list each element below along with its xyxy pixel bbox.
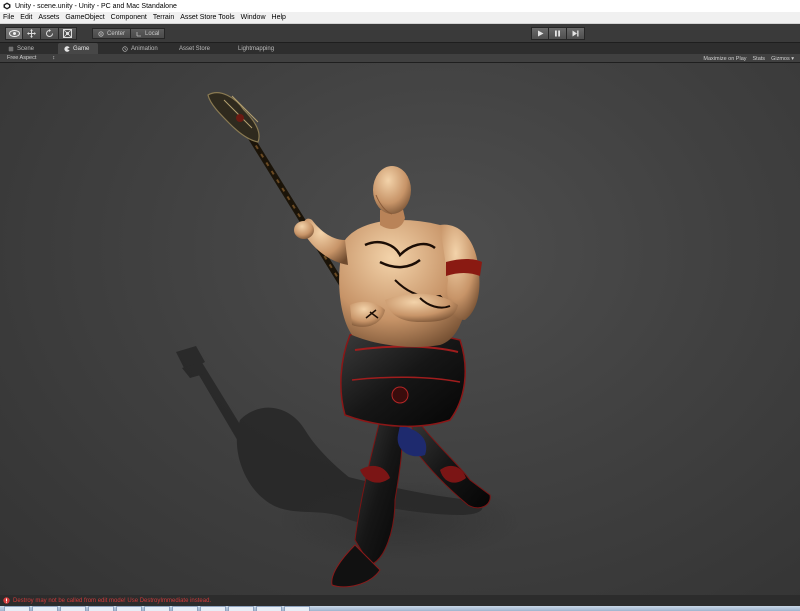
game-view-header: Free Aspect ↕ Maximize on Play Stats Giz… [0,54,800,63]
menu-assets[interactable]: Assets [38,14,59,21]
tab-game-label: Game [73,45,90,52]
step-icon [572,30,579,37]
menu-bar: File Edit Assets GameObject Component Te… [0,12,800,24]
maximize-on-play-toggle[interactable]: Maximize on Play [703,56,746,62]
rotate-tool-button[interactable] [41,27,59,40]
taskbar-item[interactable] [200,606,226,611]
menu-gameobject[interactable]: GameObject [65,14,104,21]
os-taskbar [0,606,800,611]
gizmos-dropdown[interactable]: Gizmos ▾ [771,56,794,62]
view-tab-bar: Scene Game Animation Asset Store Lightma… [0,43,800,54]
main-toolbar: Center Local [0,24,800,43]
pivot-controls: Center Local [92,28,166,39]
tab-animation[interactable]: Animation [116,43,164,54]
scale-icon [63,29,72,38]
menu-edit[interactable]: Edit [20,14,32,21]
scene-hash-icon [8,46,14,51]
taskbar-item[interactable] [116,606,142,611]
console-status-bar[interactable]: Destroy may not be called from edit mode… [0,595,800,606]
rendered-scene [176,92,520,588]
play-icon [537,30,543,37]
pause-icon [555,30,560,37]
tab-lightmapping-label: Lightmapping [238,45,275,52]
move-tool-button[interactable] [23,27,41,40]
aspect-dropdown[interactable]: Free Aspect ↕ [7,55,55,61]
tab-scene-label: Scene [17,45,35,52]
rotate-icon [46,29,53,37]
eye-icon [8,30,20,37]
tab-lightmapping[interactable]: Lightmapping [232,43,280,54]
tab-animation-label: Animation [131,45,158,52]
taskbar-item[interactable] [32,606,58,611]
step-button[interactable] [567,27,585,40]
taskbar-item[interactable] [172,606,198,611]
view-tool-button[interactable] [5,27,23,40]
window-titlebar: Unity - scene.unity - Unity - PC and Mac… [0,0,800,12]
unity-logo-icon [3,2,11,10]
menu-help[interactable]: Help [272,14,286,21]
game-viewport[interactable] [0,63,800,595]
aspect-label: Free Aspect [7,55,37,61]
taskbar-item[interactable] [88,606,114,611]
taskbar-item[interactable] [256,606,282,611]
tab-game[interactable]: Game [58,43,98,54]
move-arrows-icon [27,29,36,38]
game-view-options: Maximize on Play Stats Gizmos ▾ [703,54,794,63]
menu-file[interactable]: File [3,14,14,21]
local-axes-icon [136,31,142,36]
tab-asset-store-label: Asset Store [179,45,211,52]
tab-asset-store[interactable]: Asset Store [173,43,216,54]
pivot-local-label: Local [145,30,160,37]
aspect-arrow-icon: ↕ [52,55,56,61]
taskbar-item[interactable] [228,606,254,611]
menu-window[interactable]: Window [241,14,266,21]
scale-tool-button[interactable] [59,27,77,40]
gizmos-label: Gizmos [771,55,790,62]
pivot-center-icon [98,30,104,37]
play-button[interactable] [531,27,549,40]
taskbar-item[interactable] [60,606,86,611]
pause-button[interactable] [549,27,567,40]
window-title: Unity - scene.unity - Unity - PC and Mac… [15,2,177,10]
play-controls [531,27,585,40]
tab-scene[interactable]: Scene [2,43,40,54]
stats-toggle[interactable]: Stats [753,56,766,62]
game-pacman-icon [64,45,70,52]
pivot-center-label: Center [107,30,126,37]
character-head [373,166,411,230]
animation-clock-icon [122,45,128,52]
menu-asset-store-tools[interactable]: Asset Store Tools [180,14,234,21]
taskbar-item[interactable] [144,606,170,611]
menu-terrain[interactable]: Terrain [153,14,174,21]
pivot-center-button[interactable]: Center [92,28,132,39]
console-error-message: Destroy may not be called from edit mode… [13,597,212,604]
menu-component[interactable]: Component [111,14,147,21]
gizmos-arrow-icon: ▾ [791,55,794,62]
transform-tools [5,27,77,40]
error-icon [3,597,10,604]
taskbar-item[interactable] [284,606,310,611]
pivot-local-button[interactable]: Local [131,28,166,39]
taskbar-item[interactable] [4,606,30,611]
